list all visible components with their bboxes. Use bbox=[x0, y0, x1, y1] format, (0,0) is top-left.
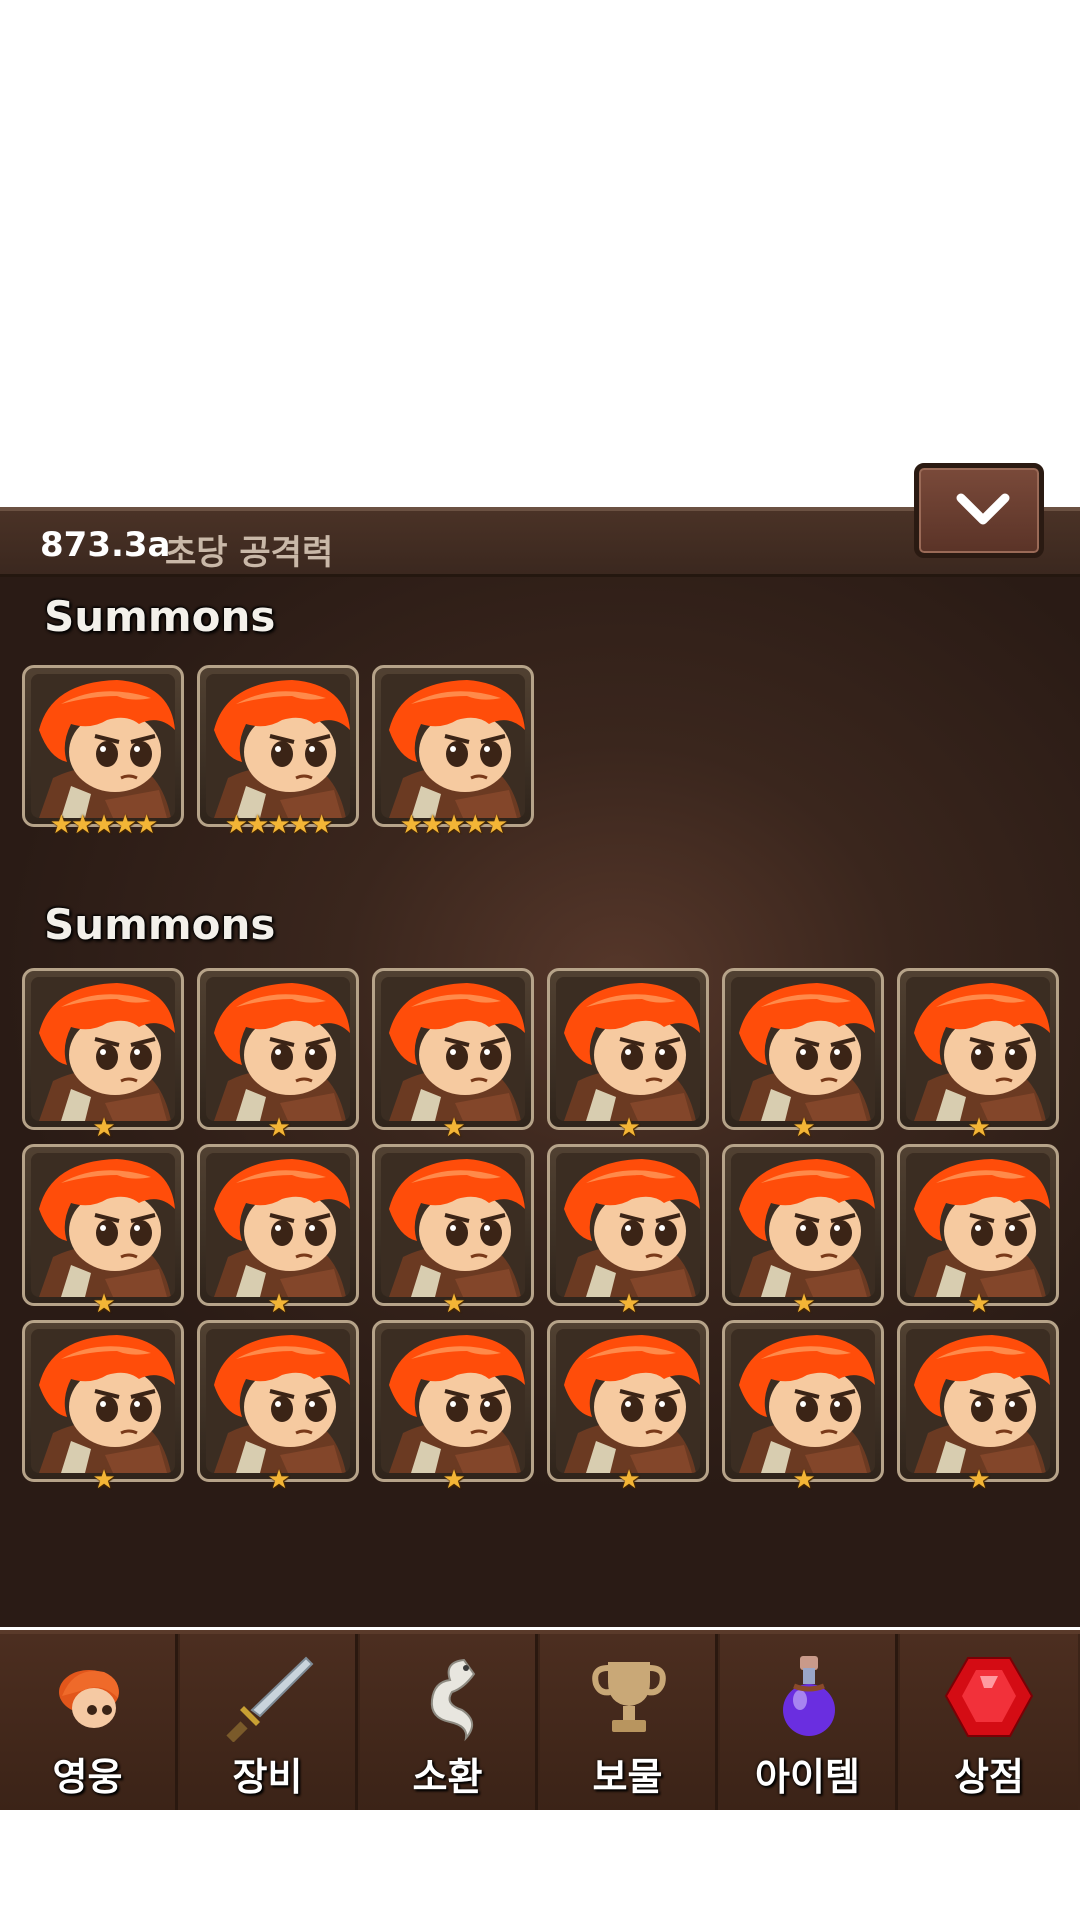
dragon-icon bbox=[430, 1658, 476, 1742]
hero-slot[interactable]: ★ bbox=[372, 968, 534, 1141]
hero-slot[interactable]: ★ bbox=[547, 1144, 709, 1317]
hero-portrait bbox=[31, 977, 175, 1121]
hero-portrait bbox=[906, 1329, 1050, 1473]
nav-label-shop: 상점 bbox=[954, 1755, 1024, 1799]
hero-portrait bbox=[381, 1329, 525, 1473]
hero-portrait bbox=[206, 1329, 350, 1473]
trophy-icon bbox=[592, 1662, 666, 1732]
game-viewport-blank bbox=[0, 0, 1080, 510]
hero-slot[interactable]: ★ bbox=[547, 968, 709, 1141]
hero-slot[interactable]: ★ bbox=[372, 1320, 534, 1493]
star-rating: ★ bbox=[967, 1113, 990, 1143]
gem-icon bbox=[944, 1657, 1034, 1737]
hero-portrait bbox=[381, 977, 525, 1121]
nav-tab-item[interactable]: 아이템 bbox=[720, 1634, 898, 1810]
hero-slot[interactable]: ★ bbox=[547, 1320, 709, 1493]
star-rating: ★ bbox=[792, 1465, 815, 1495]
hero-portrait bbox=[731, 1153, 875, 1297]
star-rating: ★★★★★ bbox=[399, 810, 509, 840]
nav-tab-hero[interactable]: 영웅 bbox=[0, 1634, 178, 1810]
hero-portrait bbox=[206, 977, 350, 1121]
hero-slot[interactable]: ★ bbox=[197, 1144, 359, 1317]
hero-portrait bbox=[731, 1329, 875, 1473]
star-rating: ★ bbox=[792, 1113, 815, 1143]
hero-slot[interactable]: ★ bbox=[722, 1320, 884, 1493]
hero-slot[interactable]: ★ bbox=[22, 968, 184, 1141]
hero-slot[interactable]: ★ bbox=[22, 1320, 184, 1493]
star-rating: ★ bbox=[617, 1289, 640, 1319]
hero-portrait bbox=[31, 1329, 175, 1473]
hero-icon bbox=[59, 1670, 119, 1728]
nav-label-summon: 소환 bbox=[412, 1755, 483, 1799]
star-rating: ★ bbox=[442, 1465, 465, 1495]
dps-value: 873.3a bbox=[40, 525, 171, 565]
hero-portrait bbox=[556, 1329, 700, 1473]
star-rating: ★ bbox=[92, 1465, 115, 1495]
star-rating: ★ bbox=[267, 1113, 290, 1143]
star-rating: ★ bbox=[967, 1289, 990, 1319]
hero-slot[interactable]: ★★★★★ bbox=[197, 665, 359, 838]
hero-portrait bbox=[31, 674, 175, 818]
nav-tab-shop[interactable]: 상점 bbox=[900, 1634, 1078, 1810]
nav-label-hero: 영웅 bbox=[52, 1755, 123, 1799]
hero-portrait bbox=[906, 977, 1050, 1121]
star-rating: ★ bbox=[267, 1465, 290, 1495]
hero-portrait bbox=[906, 1153, 1050, 1297]
star-rating: ★ bbox=[967, 1465, 990, 1495]
bottom-navigation: 영웅 장비 소환 보물 아이템 상점 bbox=[0, 1630, 1080, 1810]
hero-portrait bbox=[556, 1153, 700, 1297]
star-rating: ★ bbox=[92, 1289, 115, 1319]
hero-slot[interactable]: ★ bbox=[897, 1320, 1059, 1493]
chevron-down-icon bbox=[956, 493, 1010, 525]
star-rating: ★ bbox=[617, 1465, 640, 1495]
hero-slot[interactable]: ★★★★★ bbox=[372, 665, 534, 838]
hero-slot[interactable]: ★ bbox=[722, 968, 884, 1141]
star-rating: ★ bbox=[267, 1289, 290, 1319]
star-rating: ★ bbox=[617, 1113, 640, 1143]
star-rating: ★★★★★ bbox=[49, 810, 159, 840]
hero-portrait bbox=[31, 1153, 175, 1297]
star-rating: ★ bbox=[792, 1289, 815, 1319]
hero-slot[interactable]: ★ bbox=[722, 1144, 884, 1317]
hero-slot[interactable]: ★★★★★ bbox=[22, 665, 184, 838]
system-bar-blank bbox=[0, 1810, 1080, 1920]
dps-label: 초당 공격력 bbox=[165, 533, 334, 573]
hero-slot[interactable]: ★ bbox=[372, 1144, 534, 1317]
nav-tab-treasure[interactable]: 보물 bbox=[540, 1634, 718, 1810]
hero-portrait bbox=[381, 674, 525, 818]
hero-slot[interactable]: ★ bbox=[22, 1144, 184, 1317]
star-rating: ★ bbox=[442, 1113, 465, 1143]
hero-slot[interactable]: ★ bbox=[197, 1320, 359, 1493]
potion-icon bbox=[783, 1656, 835, 1736]
star-rating: ★ bbox=[442, 1289, 465, 1319]
hero-portrait bbox=[381, 1153, 525, 1297]
star-rating: ★★★★★ bbox=[224, 810, 334, 840]
star-rating: ★ bbox=[92, 1113, 115, 1143]
hero-portrait bbox=[206, 674, 350, 818]
hero-portrait bbox=[206, 1153, 350, 1297]
sword-icon bbox=[226, 1656, 314, 1742]
hero-slot[interactable]: ★ bbox=[197, 968, 359, 1141]
nav-tab-summon[interactable]: 소환 bbox=[360, 1634, 538, 1810]
hero-portrait bbox=[731, 977, 875, 1121]
hero-portrait bbox=[556, 977, 700, 1121]
collapse-panel-button[interactable] bbox=[914, 463, 1044, 558]
nav-label-equipment: 장비 bbox=[232, 1755, 303, 1799]
section-title-2: Summons bbox=[44, 900, 276, 949]
nav-label-treasure: 보물 bbox=[592, 1755, 663, 1799]
nav-tab-equipment[interactable]: 장비 bbox=[180, 1634, 358, 1810]
nav-label-item: 아이템 bbox=[755, 1755, 860, 1799]
section-title-1: Summons bbox=[44, 592, 276, 641]
hero-slot[interactable]: ★ bbox=[897, 1144, 1059, 1317]
hero-slot[interactable]: ★ bbox=[897, 968, 1059, 1141]
